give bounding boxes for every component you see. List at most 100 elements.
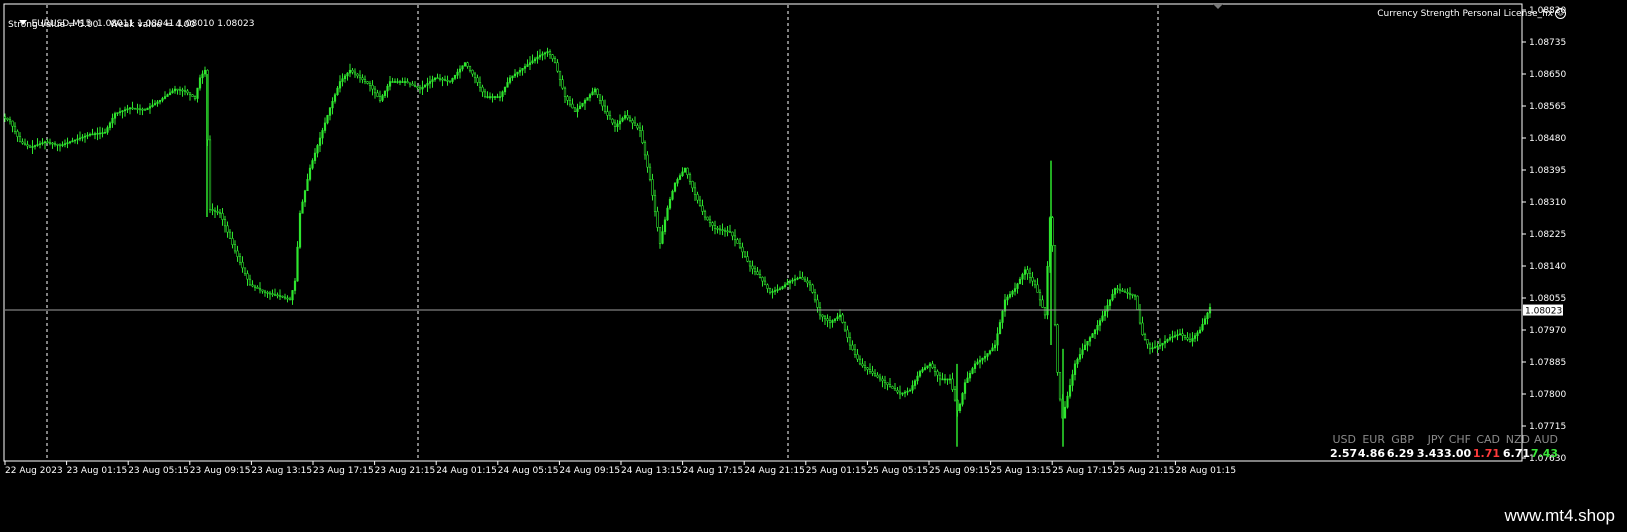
candle: [803, 276, 807, 282]
candle: [1138, 304, 1142, 325]
chart-shift-marker[interactable]: [1213, 4, 1223, 9]
currency-code-usd: USD: [1332, 433, 1356, 446]
candle: [568, 96, 572, 107]
candle: [36, 138, 39, 147]
candle: [1011, 289, 1014, 298]
candle: [466, 61, 469, 69]
candle: [238, 253, 242, 266]
candle: [368, 80, 372, 92]
candle: [433, 77, 437, 82]
time-axis-label: 23 Aug 01:15: [67, 466, 128, 476]
candle: [1208, 303, 1212, 318]
candle: [101, 127, 104, 138]
bid-line: 1.08023: [5, 304, 1563, 317]
candle: [168, 88, 172, 96]
candle: [141, 107, 144, 116]
candle: [921, 367, 924, 374]
candle: [323, 117, 327, 134]
candle: [1181, 328, 1184, 341]
time-axis-label: 23 Aug 21:15: [375, 466, 436, 476]
candle: [61, 141, 64, 148]
candle: [473, 71, 477, 84]
candle: [326, 114, 329, 125]
candle: [608, 110, 612, 120]
candle: [318, 131, 322, 152]
candle: [21, 138, 24, 145]
candle: [851, 340, 854, 351]
currency-value-gbp: 6.29: [1386, 447, 1414, 460]
candle: [71, 137, 74, 143]
candle: [751, 260, 754, 275]
price-axis-label: 1.07970: [1529, 326, 1566, 336]
candle: [721, 223, 724, 236]
candle: [978, 355, 982, 369]
candle: [233, 240, 237, 254]
candle: [226, 221, 229, 238]
candle: [788, 279, 792, 290]
candle: [173, 85, 177, 94]
candle: [1073, 360, 1077, 381]
candle: [858, 355, 862, 366]
price-chart[interactable]: 1.08023 1.088201.087351.086501.085651.08…: [0, 0, 1627, 500]
candle: [236, 245, 239, 262]
candle: [1038, 289, 1042, 307]
candle: [483, 88, 487, 99]
candle: [743, 251, 747, 259]
candle: [586, 97, 589, 101]
candle: [561, 75, 564, 90]
candle: [258, 282, 262, 294]
footer-bar: www.mt4.shop: [0, 502, 1627, 532]
candle: [1113, 287, 1117, 299]
time-axis-label: 25 Aug 09:15: [929, 466, 990, 476]
candle: [558, 70, 562, 87]
candle: [1191, 332, 1194, 347]
smiley-icon[interactable]: ☺: [1555, 8, 1566, 19]
candle: [1141, 316, 1144, 336]
candle: [723, 227, 727, 237]
candle: [693, 182, 697, 201]
candle: [56, 143, 59, 152]
candle: [596, 88, 599, 99]
time-axis-label: 25 Aug 17:15: [1052, 466, 1113, 476]
candle: [468, 65, 472, 73]
candle: [683, 167, 687, 173]
currency-value-chf: 3.00: [1444, 447, 1472, 460]
chart-area[interactable]: 1.08023 1.08820 1.08735 1.08650 1.08565 1.08…: [0, 0, 1627, 500]
candle: [1176, 329, 1179, 341]
candle: [486, 91, 489, 99]
candle: [641, 125, 644, 145]
candle: [1023, 266, 1027, 281]
candle: [211, 203, 214, 216]
candle: [213, 207, 217, 218]
candle: [943, 374, 947, 384]
candle: [476, 74, 479, 86]
candle: [991, 343, 994, 352]
candle: [621, 116, 624, 123]
currency-code-cad: CAD: [1476, 433, 1500, 446]
candle: [548, 49, 552, 59]
time-axis-label: 22 Aug 2023: [5, 466, 63, 476]
currency-strength-table: USD EUR GBP JPY CHF CAD NZD AUD 2.57 4.86 6.29 3.4…: [1330, 433, 1558, 461]
price-axis-label: 1.08225: [1529, 230, 1566, 240]
candle: [86, 132, 89, 140]
candle: [513, 69, 517, 79]
candle: [58, 143, 62, 152]
candle: [1123, 288, 1127, 293]
candle: [973, 360, 977, 374]
candle: [623, 110, 627, 121]
candle: [638, 122, 642, 138]
candle: [1128, 287, 1132, 300]
candle: [1153, 340, 1157, 349]
candle: [391, 77, 394, 83]
candle: [1116, 284, 1119, 294]
candle: [451, 77, 454, 84]
candle: [666, 205, 669, 221]
time-axis-label: 28 Aug 01:15: [1175, 466, 1236, 476]
candle: [313, 148, 317, 164]
candle: [896, 387, 899, 395]
candle: [396, 78, 399, 84]
candle: [308, 164, 312, 182]
candle: [748, 260, 752, 272]
session-separators: [46, 5, 1159, 460]
price-axis-label: 1.08565: [1529, 102, 1566, 112]
